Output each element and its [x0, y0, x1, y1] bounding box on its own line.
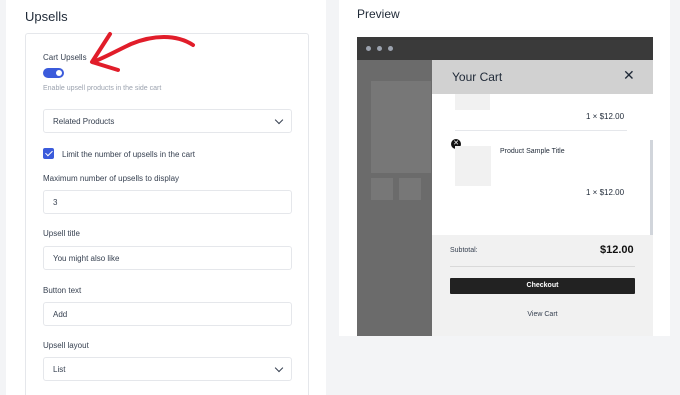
chevron-down-icon — [274, 115, 284, 124]
page-placeholder-block — [371, 81, 431, 173]
footer-divider — [450, 266, 635, 267]
close-icon[interactable]: ✕ — [623, 67, 635, 84]
window-dot — [388, 46, 393, 51]
toggle-knob — [56, 70, 62, 76]
page-placeholder-thumb — [371, 178, 393, 200]
window-dot — [366, 46, 371, 51]
cart-upsells-help: Enable upsell products in the side cart — [43, 85, 162, 92]
view-cart-link[interactable]: View Cart — [432, 311, 653, 318]
button-text-label: Button text — [43, 286, 82, 295]
product-title: Product Sample Title — [500, 148, 565, 155]
preview-title: Preview — [357, 7, 400, 21]
upsell-title-input[interactable]: You might also like — [43, 246, 292, 270]
product-thumbnail — [455, 94, 490, 110]
subtotal-value: $12.00 — [600, 244, 634, 256]
side-cart: Your Cart ✕ 1 × $12.00 ✕ Product Sample … — [432, 60, 653, 336]
limit-upsells-checkbox[interactable] — [43, 148, 54, 159]
upsell-layout-value: List — [53, 364, 66, 374]
item-divider — [455, 130, 627, 131]
limit-upsells-label: Limit the number of upsells in the cart — [62, 150, 195, 159]
cart-scrollbar[interactable] — [650, 140, 653, 240]
cart-header: Your Cart ✕ — [432, 60, 653, 94]
page-placeholder-thumb — [399, 178, 421, 200]
upsell-layout-label: Upsell layout — [43, 341, 89, 350]
browser-mockup: Your Cart ✕ 1 × $12.00 ✕ Product Sample … — [357, 37, 653, 336]
product-thumbnail — [455, 146, 491, 186]
button-text-input[interactable]: Add — [43, 302, 292, 326]
window-dot — [377, 46, 382, 51]
cart-footer: Subtotal: $12.00 Checkout View Cart — [432, 235, 653, 336]
upsell-layout-select[interactable]: List — [43, 357, 292, 381]
chevron-down-icon — [274, 363, 284, 372]
cart-upsells-toggle[interactable] — [43, 68, 64, 78]
annotation-arrow — [90, 32, 195, 72]
max-upsells-value: 3 — [53, 197, 58, 207]
section-title: Upsells — [25, 9, 68, 24]
item-price: 1 × $12.00 — [586, 188, 625, 197]
item-price: 1 × $12.00 — [586, 112, 625, 121]
upsell-source-select[interactable]: Related Products — [43, 109, 292, 133]
checkout-button[interactable]: Checkout — [450, 278, 635, 294]
button-text-value: Add — [53, 309, 68, 319]
cart-upsells-label: Cart Upsells — [43, 53, 87, 62]
browser-titlebar — [357, 37, 653, 60]
subtotal-label: Subtotal: — [450, 247, 478, 254]
upsell-title-label: Upsell title — [43, 229, 80, 238]
max-upsells-label: Maximum number of upsells to display — [43, 174, 180, 183]
cart-title: Your Cart — [452, 70, 503, 84]
max-upsells-input[interactable]: 3 — [43, 190, 292, 214]
upsell-source-value: Related Products — [53, 116, 115, 126]
upsell-title-value: You might also like — [53, 253, 120, 263]
